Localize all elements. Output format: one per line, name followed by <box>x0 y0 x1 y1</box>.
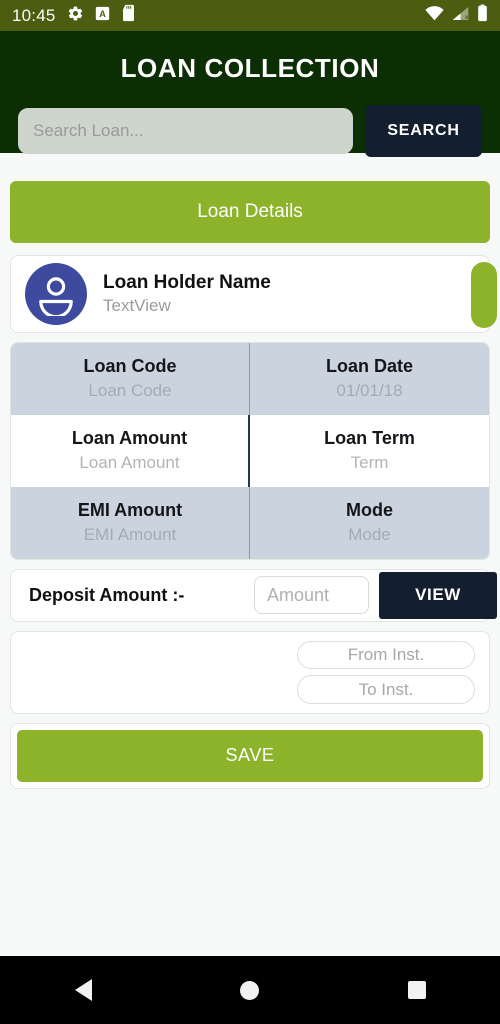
table-cell-emi-amount: EMI Amount EMI Amount <box>11 486 250 559</box>
table-row: EMI Amount EMI Amount Mode Mode <box>11 486 489 559</box>
cell-label: Loan Term <box>324 427 415 448</box>
table-cell-mode: Mode Mode <box>250 487 489 559</box>
avatar <box>25 263 87 325</box>
svg-text:A: A <box>99 9 106 19</box>
cell-label: Loan Code <box>83 356 177 376</box>
nav-recents-button[interactable] <box>382 956 452 1024</box>
loan-holder-card: Loan Holder Name TextView <box>10 255 497 333</box>
cell-value: Loan Amount <box>79 453 180 473</box>
cell-value: Loan Code <box>88 381 172 401</box>
deposit-amount-row: Deposit Amount :- VIEW <box>10 568 497 622</box>
main-content: Loan Details Loan Holder Name TextView L… <box>0 153 500 956</box>
cell-signal-no-sim-icon: x <box>451 6 470 26</box>
to-installment-input[interactable] <box>297 675 475 704</box>
loan-holder-text: Loan Holder Name TextView <box>103 270 271 319</box>
page-title: LOAN COLLECTION <box>120 53 380 83</box>
holder-action-bar[interactable] <box>471 262 497 328</box>
cell-label: Mode <box>346 499 393 520</box>
installment-range-card <box>10 630 490 714</box>
cell-value: EMI Amount <box>83 525 177 545</box>
loan-details-table: Loan Code Loan Code Loan Date 01/01/18 L… <box>10 342 490 560</box>
battery-icon <box>477 4 488 27</box>
loan-holder-name: Loan Holder Name <box>103 271 271 293</box>
loan-holder-subtitle: TextView <box>103 296 171 316</box>
cell-value: 01/01/18 <box>336 381 403 401</box>
search-row: SEARCH <box>0 103 500 158</box>
deposit-amount-label: Deposit Amount :- <box>29 584 185 605</box>
sd-card-icon <box>121 4 136 27</box>
table-cell-loan-amount: Loan Amount Loan Amount <box>11 414 250 487</box>
table-cell-loan-code: Loan Code Loan Code <box>11 343 250 415</box>
gear-icon <box>67 5 84 27</box>
search-button[interactable]: SEARCH <box>365 104 482 157</box>
nav-back-button[interactable] <box>48 956 118 1024</box>
home-circle-icon <box>240 980 260 1000</box>
save-button[interactable]: SAVE <box>17 729 483 782</box>
table-row: Loan Code Loan Code Loan Date 01/01/18 <box>11 343 489 415</box>
status-bar-left: 10:45 A <box>12 4 136 27</box>
wifi-icon <box>425 5 444 26</box>
table-cell-loan-date: Loan Date 01/01/18 <box>250 343 489 415</box>
cell-label: Loan Amount <box>71 427 188 448</box>
android-nav-bar <box>0 956 500 1024</box>
from-installment-input[interactable] <box>297 640 475 670</box>
table-cell-loan-term: Loan Term Term <box>250 415 489 487</box>
cell-value: Mode <box>348 525 391 545</box>
recents-square-icon <box>407 981 426 999</box>
search-input[interactable] <box>18 107 353 154</box>
nav-home-button[interactable] <box>215 956 285 1024</box>
cell-label: Loan Date <box>325 356 413 376</box>
loan-details-header[interactable]: Loan Details <box>10 181 490 243</box>
table-row: Loan Amount Loan Amount Loan Term Term <box>11 414 489 487</box>
save-card: SAVE <box>10 722 490 789</box>
cell-value: Term <box>350 453 389 473</box>
status-bar: 10:45 A x <box>0 0 500 31</box>
status-time: 10:45 <box>12 5 56 25</box>
a-box-icon: A <box>95 5 110 27</box>
view-button[interactable]: VIEW <box>379 571 497 619</box>
status-bar-right: x <box>425 4 488 27</box>
person-icon <box>39 277 73 316</box>
back-triangle-icon <box>74 979 92 1001</box>
cell-label: EMI Amount <box>77 499 183 520</box>
deposit-amount-input[interactable] <box>254 576 369 615</box>
